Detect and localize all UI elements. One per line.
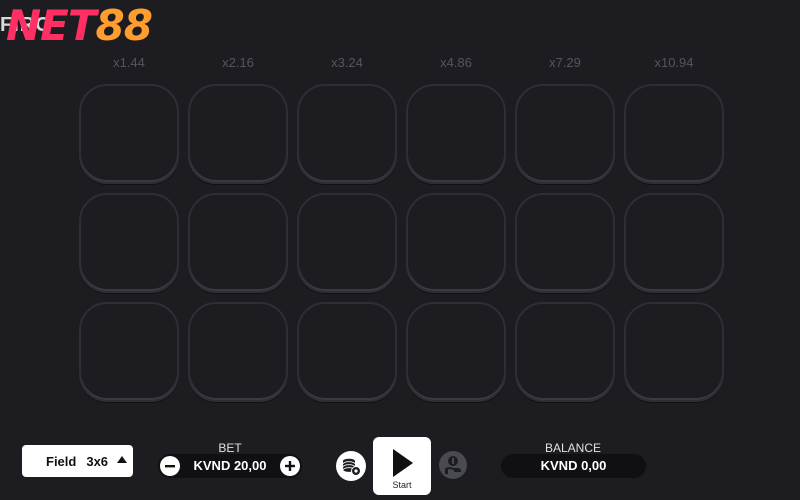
start-label: Start — [392, 480, 412, 490]
grid-cell[interactable] — [406, 302, 506, 402]
decrease-bet-button[interactable] — [160, 456, 180, 476]
grid-cell[interactable] — [297, 193, 397, 293]
multiplier-col-5: x7.29 — [549, 55, 581, 70]
multiplier-col-6: x10.94 — [654, 55, 694, 70]
cashout-button[interactable] — [439, 451, 467, 479]
field-label: Field — [46, 453, 77, 469]
logo-prefix: NET — [6, 1, 96, 50]
net88-logo: NET88 — [6, 1, 153, 50]
grid-cell[interactable] — [297, 302, 397, 402]
multiplier-col-4: x4.86 — [440, 55, 472, 70]
grid-cell[interactable] — [624, 84, 724, 184]
balance-display: KVND 0,00 — [501, 454, 646, 478]
field-size-select[interactable]: Field 3x6 — [22, 445, 133, 477]
bet-value: KVND 20,00 — [193, 458, 267, 473]
coins-settings-icon — [342, 458, 361, 476]
balance-value: KVND 0,00 — [540, 458, 607, 473]
multiplier-col-1: x1.44 — [113, 55, 145, 70]
bet-label: BET — [218, 441, 242, 455]
multiplier-col-2: x2.16 — [222, 55, 254, 70]
grid-cell[interactable] — [515, 302, 615, 402]
hand-coin-icon — [445, 456, 462, 474]
grid-cell[interactable] — [188, 84, 288, 184]
autobet-button[interactable] — [336, 451, 366, 481]
grid-cell[interactable] — [406, 84, 506, 184]
grid-cell[interactable] — [515, 84, 615, 184]
field-value: 3x6 — [86, 453, 109, 469]
start-button[interactable]: Start — [373, 437, 431, 495]
caret-up-icon — [117, 456, 127, 463]
grid-cell[interactable] — [79, 302, 179, 402]
balance-label: BALANCE — [544, 441, 602, 455]
grid-cell[interactable] — [406, 193, 506, 293]
bet-amount-control: KVND 20,00 — [158, 454, 302, 478]
grid-cell[interactable] — [515, 193, 615, 293]
play-icon — [393, 449, 413, 477]
grid-cell[interactable] — [188, 193, 288, 293]
logo-number: 88 — [95, 1, 153, 50]
plus-icon — [285, 461, 295, 471]
grid-cell[interactable] — [624, 193, 724, 293]
grid-cell[interactable] — [624, 302, 724, 402]
grid-cell[interactable] — [297, 84, 397, 184]
increase-bet-button[interactable] — [280, 456, 300, 476]
minus-icon — [165, 465, 175, 468]
grid-cell[interactable] — [79, 84, 179, 184]
grid-cell[interactable] — [79, 193, 179, 293]
grid-cell[interactable] — [188, 302, 288, 402]
multiplier-col-3: x3.24 — [331, 55, 363, 70]
